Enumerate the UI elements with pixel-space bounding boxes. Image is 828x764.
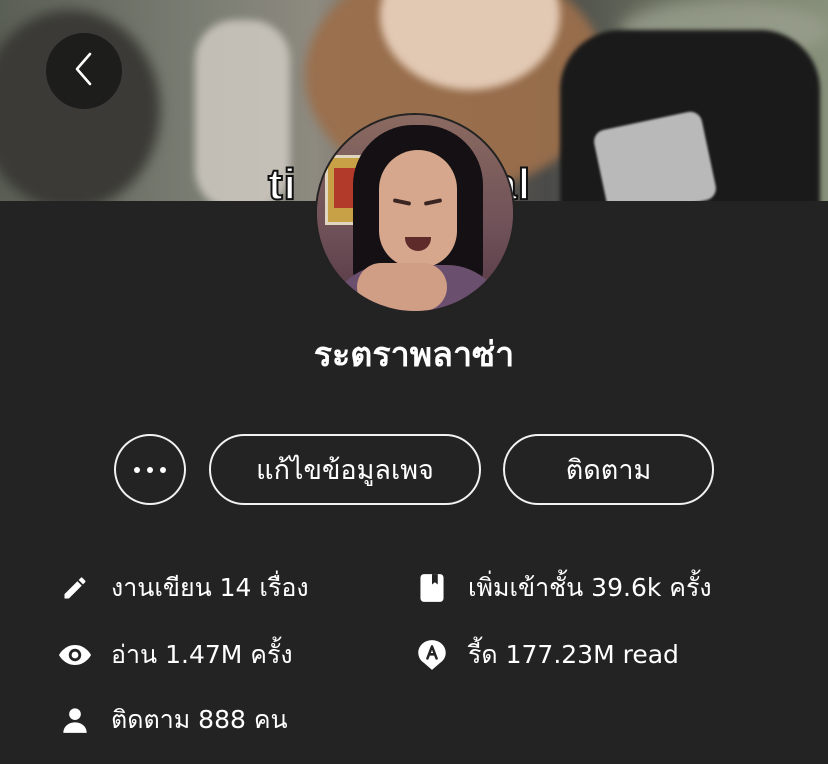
person-icon xyxy=(58,703,92,737)
stat-works: งานเขียน 14 เรื่อง xyxy=(58,568,309,608)
stat-library-adds-text: เพิ่มเข้าชั้น 39.6k ครั้ง xyxy=(468,573,712,602)
stat-works-text: งานเขียน 14 เรื่อง xyxy=(111,573,309,602)
eye-icon xyxy=(58,638,92,672)
follow-label: ติดตาม xyxy=(565,455,652,486)
avatar[interactable] xyxy=(315,113,515,313)
page-title: ระตราพลาซ่า xyxy=(313,335,515,375)
stat-reader-reads: รี้ด 177.23M read xyxy=(415,635,679,675)
stat-followers-text: ติดตาม 888 คน xyxy=(111,705,288,734)
follow-button[interactable]: ติดตาม xyxy=(503,434,714,505)
chevron-left-icon xyxy=(71,51,97,91)
stat-reader-reads-text: รี้ด 177.23M read xyxy=(468,640,679,669)
ellipsis-icon xyxy=(134,466,166,473)
stat-followers: ติดตาม 888 คน xyxy=(58,700,288,740)
back-button[interactable] xyxy=(46,33,122,109)
edit-page-label: แก้ไขข้อมูลเพจ xyxy=(256,455,434,486)
stat-library-adds: เพิ่มเข้าชั้น 39.6k ครั้ง xyxy=(415,568,712,608)
edit-page-button[interactable]: แก้ไขข้อมูลเพจ xyxy=(209,434,481,505)
pencil-icon xyxy=(58,571,92,605)
profile-page: tieal ระตราพลาซ่า แก้ไขข้อมูลเพจ ติดตาม … xyxy=(0,0,828,764)
bookmark-book-icon xyxy=(415,571,449,605)
more-options-button[interactable] xyxy=(114,434,186,505)
stat-reads: อ่าน 1.47M ครั้ง xyxy=(58,635,293,675)
speech-bubble-a-icon xyxy=(415,638,449,672)
stat-reads-text: อ่าน 1.47M ครั้ง xyxy=(111,640,293,669)
cover-caption-left: ti xyxy=(267,159,297,201)
